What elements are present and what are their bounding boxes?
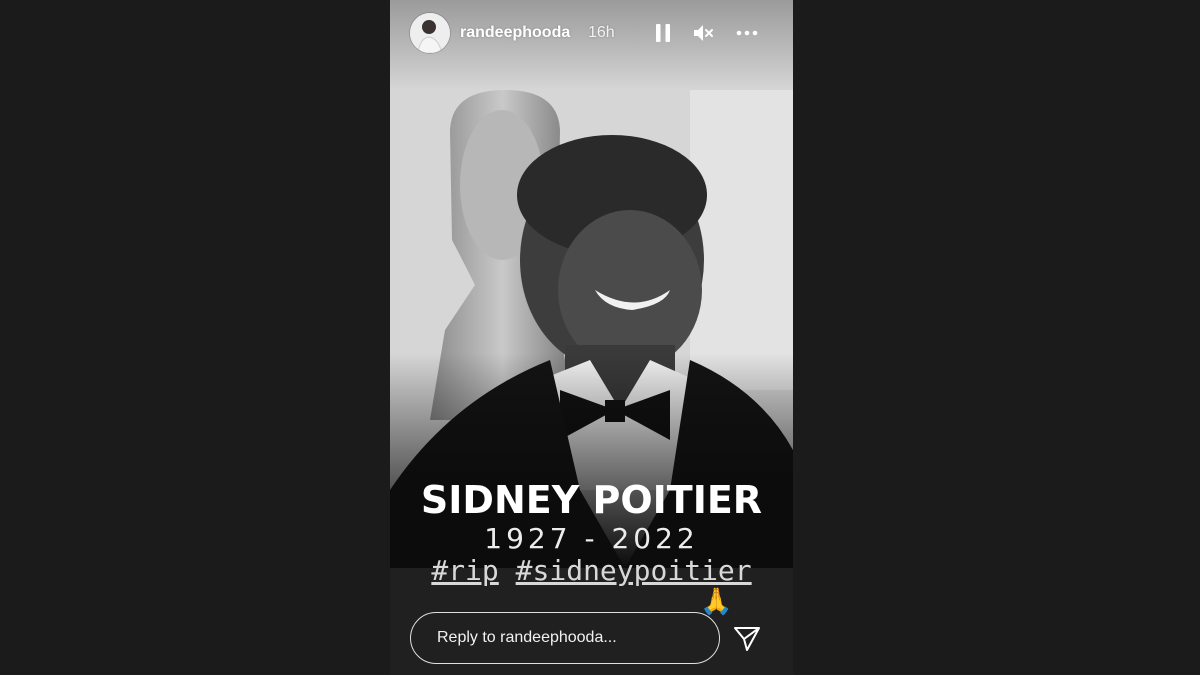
story-title: SIDNEY POITIER [420, 478, 763, 522]
pause-icon[interactable] [651, 21, 675, 45]
story-timestamp: 16h [588, 24, 615, 41]
story-username[interactable]: randeephooda [460, 24, 570, 42]
reply-input[interactable] [435, 628, 709, 648]
muted-speaker-icon[interactable] [691, 21, 715, 45]
prayer-hands-emoji: 🙏 [700, 586, 733, 616]
story-years: 1927 - 2022 [484, 522, 699, 555]
avatar[interactable] [410, 13, 450, 53]
story-viewer: SIDNEY POITIER 1927 - 2022 #rip #sidneyp… [390, 0, 793, 675]
paper-plane-send-icon[interactable] [732, 624, 762, 654]
hashtag-rip[interactable]: #rip [431, 554, 498, 587]
avatar-image [410, 13, 450, 53]
more-horizontal-icon[interactable] [735, 21, 759, 45]
hashtag-sidneypoitier[interactable]: #sidneypoitier [516, 554, 752, 587]
story-header: randeephooda 16h [390, 12, 793, 54]
reply-field[interactable] [410, 612, 720, 664]
story-hashtags: #rip #sidneypoitier [390, 554, 793, 587]
